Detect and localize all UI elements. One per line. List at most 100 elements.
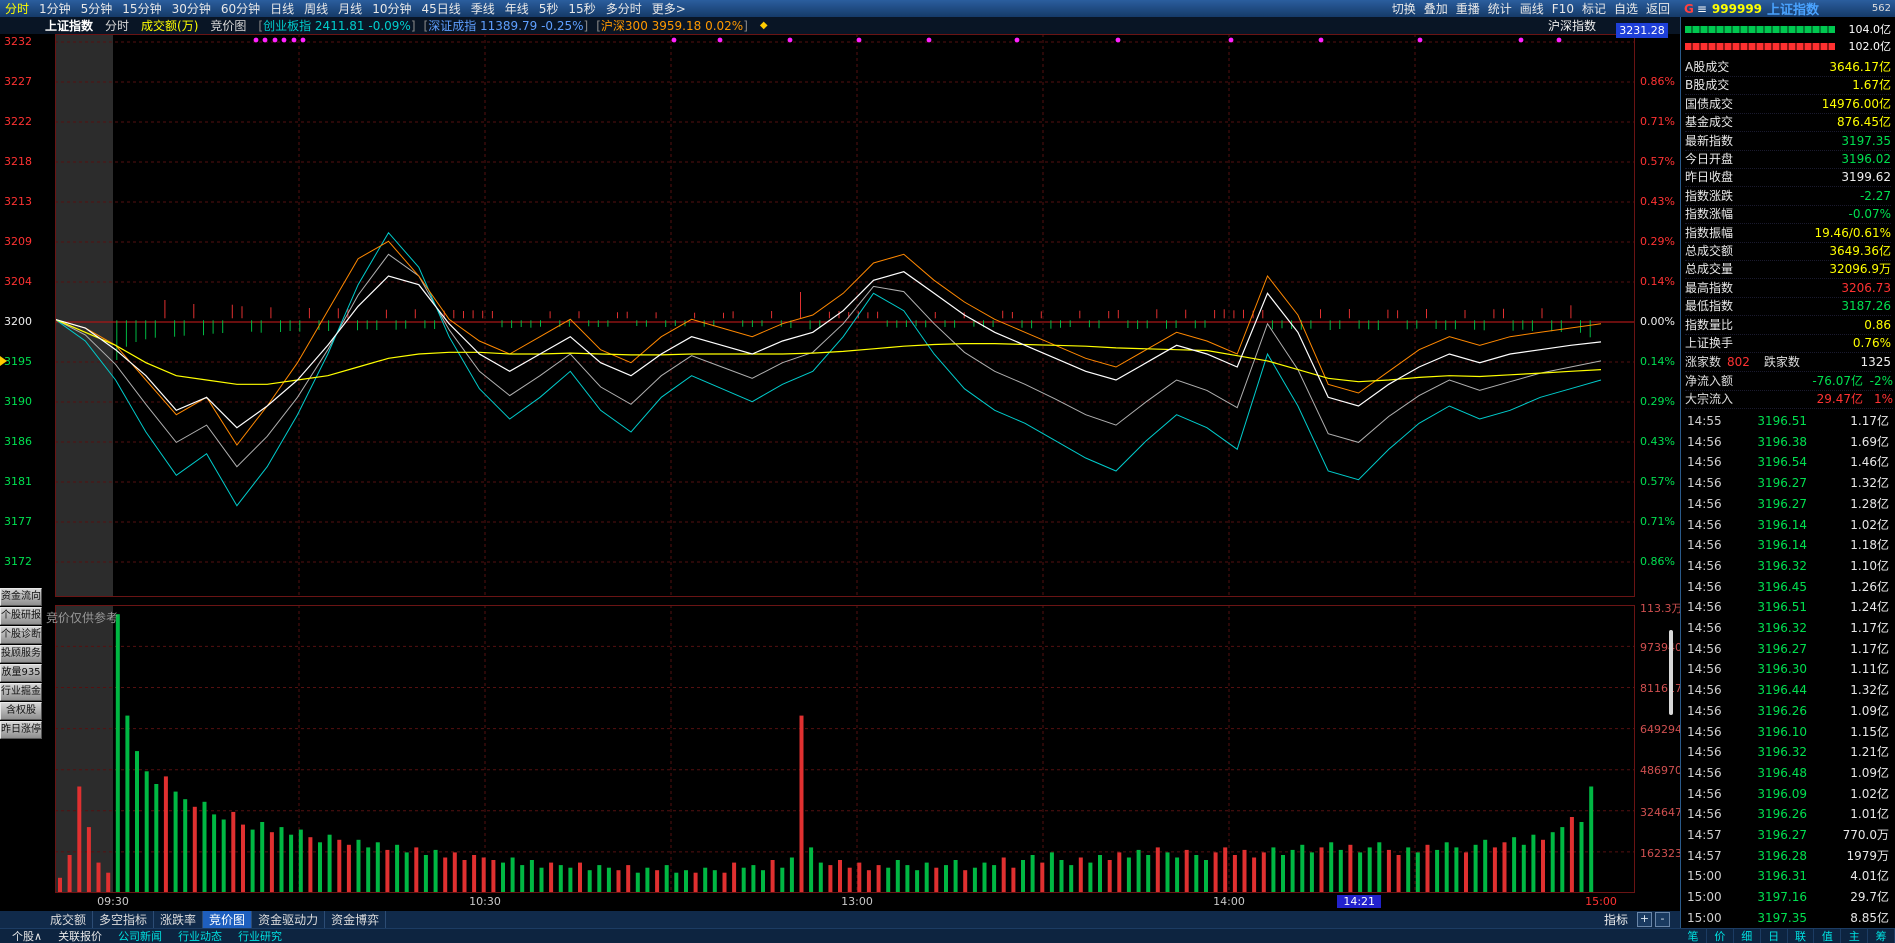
panel-tab-值[interactable]: 值 — [1814, 928, 1842, 943]
indicator-tab-资金博弈[interactable]: 资金博弈 — [325, 911, 387, 928]
menu-item-月线[interactable]: 月线 — [333, 0, 367, 17]
trade-row[interactable]: 14:56 3196.26 1.09亿 — [1687, 701, 1889, 721]
quick-button-个股诊断[interactable]: 个股诊断 — [0, 626, 42, 644]
index-quote-沪深300[interactable]: [沪深300 3959.18 0.02%] — [596, 19, 748, 33]
tool-切换[interactable]: 切换 — [1388, 0, 1420, 17]
view-mode-tab[interactable]: 分时 — [105, 17, 129, 34]
trade-row[interactable]: 14:56 3196.30 1.11亿 — [1687, 659, 1889, 679]
trade-row[interactable]: 14:56 3196.27 1.32亿 — [1687, 473, 1889, 493]
trade-row[interactable]: 14:56 3196.32 1.10亿 — [1687, 556, 1889, 576]
scrollbar-thumb[interactable] — [1669, 630, 1673, 715]
menu-item-10分钟[interactable]: 10分钟 — [367, 0, 416, 17]
auction-view-tab[interactable]: 竞价图 — [210, 17, 246, 34]
trade-row[interactable]: 14:56 3196.26 1.01亿 — [1687, 804, 1889, 824]
quick-button-行业掘金[interactable]: 行业掘金 — [0, 683, 42, 701]
indicator-tab-竞价图[interactable]: 竞价图 — [203, 911, 253, 928]
trade-row[interactable]: 14:56 3196.48 1.09亿 — [1687, 763, 1889, 783]
menu-item-1分钟[interactable]: 1分钟 — [34, 0, 76, 17]
tool-返回[interactable]: 返回 — [1642, 0, 1674, 17]
trade-row[interactable]: 15:00 3197.35 8.85亿 — [1687, 908, 1889, 928]
intraday-price-chart[interactable] — [55, 34, 1635, 597]
trade-row[interactable]: 15:00 3196.31 4.01亿 — [1687, 866, 1889, 886]
field-label: 指数涨跌 — [1685, 188, 1734, 203]
menu-item-15分钟[interactable]: 15分钟 — [117, 0, 166, 17]
chart-area[interactable]: 3232 3227 3222 3218 3213 3209 3204 3200 3195 3190… — [0, 34, 1683, 893]
quick-button-含权股[interactable]: 含权股 — [0, 702, 42, 720]
trade-volume: 1.28亿 — [1850, 496, 1889, 511]
trade-row[interactable]: 14:56 3196.27 1.28亿 — [1687, 494, 1889, 514]
bottom-link-行业研究[interactable]: 行业研究 — [230, 928, 290, 943]
indicator-tab-涨跌率[interactable]: 涨跌率 — [154, 911, 204, 928]
trade-row[interactable]: 15:00 3197.16 29.7亿 — [1687, 887, 1889, 907]
trade-row[interactable]: 14:56 3196.14 1.02亿 — [1687, 515, 1889, 535]
menu-item-60分钟[interactable]: 60分钟 — [216, 0, 265, 17]
indicator-tab-资金驱动力[interactable]: 资金驱动力 — [252, 911, 326, 928]
panel-tab-价[interactable]: 价 — [1707, 928, 1734, 943]
quick-button-个股研报[interactable]: 个股研报 — [0, 607, 42, 625]
bottom-link-个股∧[interactable]: 个股∧ — [4, 928, 50, 943]
tool-重播[interactable]: 重播 — [1452, 0, 1484, 17]
trade-price: 3197.35 — [1757, 910, 1807, 925]
indicator-tab-成交额[interactable]: 成交额 — [44, 911, 94, 928]
menu-item-季线[interactable]: 季线 — [466, 0, 500, 17]
menu-item-30分钟[interactable]: 30分钟 — [167, 0, 216, 17]
tool-自选[interactable]: 自选 — [1610, 0, 1642, 17]
bottom-link-公司新闻[interactable]: 公司新闻 — [110, 928, 170, 943]
index-quote-深证成指[interactable]: [深证成指 11389.79 -0.25%] — [424, 19, 589, 33]
bottom-link-关联报价[interactable]: 关联报价 — [50, 928, 110, 943]
panel-tab-联[interactable]: 联 — [1788, 928, 1815, 943]
quick-button-投顾服务[interactable]: 投顾服务 — [0, 645, 42, 663]
trade-volume: 1.17亿 — [1850, 414, 1889, 428]
tool-标记[interactable]: 标记 — [1578, 0, 1610, 17]
menu-item-5秒[interactable]: 5秒 — [534, 0, 564, 17]
menu-item-多分时[interactable]: 多分时 — [601, 0, 647, 17]
trade-row[interactable]: 14:57 3196.27 770.0万 — [1687, 825, 1889, 845]
tool-叠加[interactable]: 叠加 — [1420, 0, 1452, 17]
indicator-label[interactable]: 指标 — [1604, 911, 1628, 928]
menu-item-15秒[interactable]: 15秒 — [563, 0, 600, 17]
trade-row[interactable]: 14:56 3196.32 1.21亿 — [1687, 742, 1889, 762]
menu-icon[interactable]: ≡ — [1697, 2, 1707, 16]
g-icon[interactable]: G — [1684, 2, 1694, 16]
trade-row[interactable]: 14:55 3196.51 1.17亿 — [1687, 411, 1889, 431]
trade-row[interactable]: 14:56 3196.45 1.26亿 — [1687, 577, 1889, 597]
panel-tab-筹[interactable]: 筹 — [1868, 928, 1895, 943]
quick-button-昨日涨停[interactable]: 昨日涨停 — [0, 721, 42, 739]
panel-tab-日[interactable]: 日 — [1761, 928, 1788, 943]
menu-item-45日线[interactable]: 45日线 — [416, 0, 465, 17]
menu-item-更多>[interactable]: 更多> — [647, 0, 691, 17]
trade-row[interactable]: 14:56 3196.09 1.02亿 — [1687, 784, 1889, 804]
tool-画线[interactable]: 画线 — [1516, 0, 1548, 17]
panel-tab-主[interactable]: 主 — [1841, 928, 1869, 943]
trade-row[interactable]: 14:57 3196.28 1979万 — [1687, 846, 1889, 866]
index-selector[interactable]: 沪深指数 — [1548, 17, 1596, 34]
quick-button-资金流向[interactable]: 资金流向 — [0, 588, 42, 606]
menu-item-周线[interactable]: 周线 — [299, 0, 333, 17]
trade-row[interactable]: 14:56 3196.51 1.24亿 — [1687, 597, 1889, 617]
panel-tab-笔[interactable]: 笔 — [1680, 928, 1707, 943]
trade-row[interactable]: 14:56 3196.44 1.32亿 — [1687, 680, 1889, 700]
symbol-label[interactable]: 上证指数 — [45, 17, 93, 34]
menu-item-年线[interactable]: 年线 — [500, 0, 534, 17]
intraday-volume-chart[interactable] — [55, 605, 1635, 893]
hs300-overlay-line — [55, 240, 1602, 446]
zoom-in-button[interactable]: + — [1637, 912, 1652, 927]
menu-item-日线[interactable]: 日线 — [265, 0, 299, 17]
tool-F10[interactable]: F10 — [1548, 2, 1578, 16]
menu-item-5分钟[interactable]: 5分钟 — [76, 0, 118, 17]
tool-统计[interactable]: 统计 — [1484, 0, 1516, 17]
trade-row[interactable]: 14:56 3196.27 1.17亿 — [1687, 639, 1889, 659]
trade-row[interactable]: 14:56 3196.38 1.69亿 — [1687, 432, 1889, 452]
trade-row[interactable]: 14:56 3196.54 1.46亿 — [1687, 452, 1889, 472]
panel-tab-细[interactable]: 细 — [1734, 928, 1761, 943]
trade-row[interactable]: 14:56 3196.10 1.15亿 — [1687, 722, 1889, 742]
trade-row[interactable]: 14:56 3196.32 1.17亿 — [1687, 618, 1889, 638]
overlay-label[interactable]: 成交额(万) — [141, 17, 198, 34]
index-quote-创业板指[interactable]: [创业板指 2411.81 -0.09%] — [258, 19, 415, 33]
bottom-link-行业动态[interactable]: 行业动态 — [170, 928, 230, 943]
indicator-tab-多空指标[interactable]: 多空指标 — [93, 911, 155, 928]
zoom-out-button[interactable]: - — [1655, 912, 1670, 927]
trade-row[interactable]: 14:56 3196.14 1.18亿 — [1687, 535, 1889, 555]
quick-button-放量935[interactable]: 放量935 — [0, 664, 42, 682]
menu-item-分时[interactable]: 分时 — [0, 0, 34, 17]
